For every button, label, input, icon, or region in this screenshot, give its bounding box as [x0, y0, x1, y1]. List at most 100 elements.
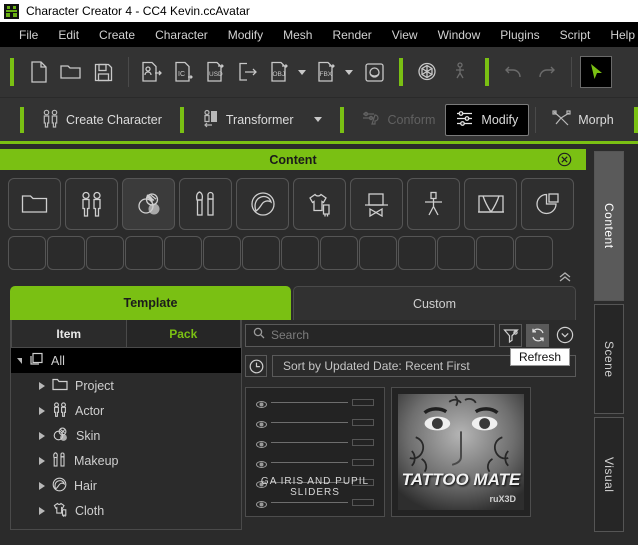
mode-create-character[interactable]: Create Character [32, 104, 172, 136]
category-accessory[interactable] [350, 178, 403, 230]
chevron-down-circle-icon[interactable] [553, 324, 576, 347]
menu-item-edit[interactable]: Edit [48, 25, 89, 45]
dock-tab-visual[interactable]: Visual [594, 417, 624, 532]
dock-tab-content[interactable]: Content [594, 151, 624, 301]
mode-accent-bar-3 [340, 106, 345, 133]
new-file-icon[interactable] [24, 56, 54, 88]
menu-item-character[interactable]: Character [145, 25, 218, 45]
chevron-right-icon[interactable] [39, 431, 45, 440]
tree-item-skin[interactable]: Skin [11, 423, 241, 448]
mode-transformer[interactable]: Transformer [192, 104, 333, 136]
export-fbx-icon[interactable]: FBX [312, 56, 342, 88]
import-usd-icon[interactable]: USD [201, 56, 231, 88]
category-stage[interactable] [464, 178, 517, 230]
menu-item-view[interactable]: View [382, 25, 428, 45]
menu-item-window[interactable]: Window [428, 25, 491, 45]
thumbnail-card[interactable]: TATTOO MATE ruX3D [391, 387, 531, 517]
preview-slider-track [271, 442, 348, 443]
tree-item-project[interactable]: Project [11, 373, 241, 398]
right-dock: Content Scene Visual [586, 149, 638, 545]
menu-item-help[interactable]: Help [600, 25, 638, 45]
category-tree-panel: Item Pack All Project Actor Skin Makeup … [10, 320, 242, 530]
menu-item-script[interactable]: Script [550, 25, 601, 45]
content-panel: Content Template Custom Item Pack All Pr… [0, 149, 586, 545]
chevron-right-icon[interactable] [39, 381, 45, 390]
menu-item-modify[interactable]: Modify [218, 25, 273, 45]
transform-3d-icon[interactable] [413, 56, 443, 88]
category-cloth[interactable] [293, 178, 346, 230]
menu-item-plugins[interactable]: Plugins [490, 25, 549, 45]
chevron-right-icon[interactable] [39, 481, 45, 490]
collapse-chevron-icon[interactable] [558, 270, 572, 286]
category-makeup[interactable] [179, 178, 232, 230]
hair-icon [52, 477, 67, 495]
preview-slider-value [352, 419, 374, 426]
tab-pack[interactable]: Pack [126, 320, 241, 348]
mode-transformer-label: Transformer [225, 112, 294, 127]
toolbar-separator-2 [571, 57, 572, 87]
chevron-right-icon[interactable] [39, 406, 45, 415]
menu-item-render[interactable]: Render [322, 25, 381, 45]
menu-item-file[interactable]: File [9, 25, 48, 45]
transformer-dropdown-caret[interactable] [314, 117, 323, 122]
tree-item-cloth[interactable]: Cloth [11, 498, 241, 523]
tab-custom[interactable]: Custom [293, 286, 576, 320]
category-motion[interactable] [407, 178, 460, 230]
mode-modify[interactable]: Modify [445, 103, 530, 136]
favorite-slot[interactable] [515, 236, 553, 270]
favorite-slot[interactable] [281, 236, 319, 270]
close-icon[interactable] [557, 152, 572, 172]
favorite-slot[interactable] [8, 236, 46, 270]
favorite-slot[interactable] [164, 236, 202, 270]
tree-item-all[interactable]: All [11, 348, 241, 373]
menu-item-create[interactable]: Create [89, 25, 145, 45]
save-icon[interactable] [88, 56, 118, 88]
favorite-slot[interactable] [398, 236, 436, 270]
export-obj-dropdown-caret[interactable] [298, 69, 306, 75]
import-character-icon[interactable] [137, 56, 167, 88]
category-hair[interactable] [236, 178, 289, 230]
category-actor[interactable] [65, 178, 118, 230]
favorite-slot[interactable] [320, 236, 358, 270]
favorite-slot[interactable] [476, 236, 514, 270]
import-ic-icon[interactable]: IC [169, 56, 199, 88]
clock-icon[interactable] [245, 355, 267, 377]
category-preset[interactable] [521, 178, 574, 230]
favorite-slot[interactable] [203, 236, 241, 270]
preview-render-icon[interactable] [359, 56, 389, 88]
favorite-slot[interactable] [47, 236, 85, 270]
tab-item[interactable]: Item [11, 320, 127, 348]
category-skin[interactable] [122, 178, 175, 230]
select-cursor-icon[interactable] [580, 56, 612, 88]
chevron-right-icon[interactable] [39, 506, 45, 515]
favorite-slot[interactable] [437, 236, 475, 270]
actor-icon [52, 401, 68, 420]
toolbar-accent-bar [10, 58, 14, 86]
tree-item-actor[interactable]: Actor [11, 398, 241, 423]
favorite-slot[interactable] [125, 236, 163, 270]
mode-morph[interactable]: Morph [542, 105, 623, 135]
open-folder-icon[interactable] [56, 56, 86, 88]
export-icon[interactable] [233, 56, 263, 88]
export-obj-icon[interactable]: OBJ [265, 56, 295, 88]
favorite-slot[interactable] [242, 236, 280, 270]
dock-tab-scene[interactable]: Scene [594, 304, 624, 414]
tab-template[interactable]: Template [10, 286, 291, 320]
chevron-down-icon[interactable] [17, 357, 22, 364]
thumbnail-card[interactable]: GA IRIS AND PUPIL SLIDERS [245, 387, 385, 517]
tree-item-makeup[interactable]: Makeup [11, 448, 241, 473]
main-toolbar: IC USD OBJ FBX [0, 47, 638, 98]
filter-icon[interactable] [499, 323, 522, 347]
thumbnail-grid: GA IRIS AND PUPIL SLIDERS TATTOO MATE ru… [245, 387, 576, 517]
favorite-slot[interactable] [359, 236, 397, 270]
category-project[interactable] [8, 178, 61, 230]
search-input[interactable]: Search [245, 323, 495, 347]
menu-item-mesh[interactable]: Mesh [273, 25, 322, 45]
export-fbx-dropdown-caret[interactable] [345, 69, 353, 75]
favorite-slot[interactable] [86, 236, 124, 270]
tree-item-hair[interactable]: Hair [11, 473, 241, 498]
eye-icon [256, 457, 267, 468]
refresh-icon[interactable] [526, 323, 549, 347]
character-creator-logo-icon [4, 3, 19, 19]
chevron-right-icon[interactable] [39, 456, 45, 465]
